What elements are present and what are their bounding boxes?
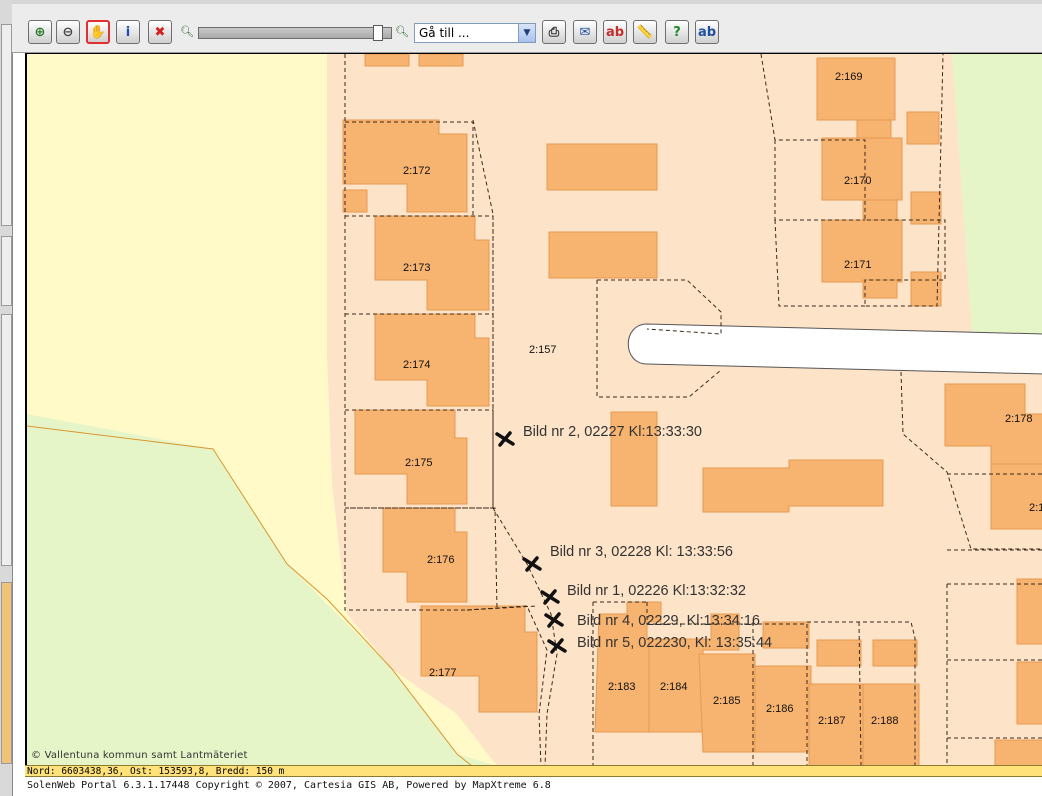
parcel-label: 2:176 xyxy=(427,554,455,566)
parcel-label: 2:188 xyxy=(871,715,899,727)
zoom-slider-thumb[interactable] xyxy=(372,25,383,41)
building xyxy=(1016,578,1042,645)
zoom-slider-track[interactable] xyxy=(198,27,392,39)
building xyxy=(816,639,862,667)
chevron-down-icon[interactable]: ▼ xyxy=(518,24,535,42)
parcel-label: 2:186 xyxy=(766,703,794,715)
pan-button[interactable]: ✋ xyxy=(86,20,110,44)
hand-icon: ✋ xyxy=(89,24,107,40)
parcel-label: 2:169 xyxy=(835,71,863,83)
footer-bar: SolenWeb Portal 6.3.1.17448 Copyright © … xyxy=(25,778,1042,794)
building xyxy=(342,189,368,213)
left-side-panel-strip xyxy=(0,0,13,796)
parcel-label: 2:173 xyxy=(403,262,431,274)
parcel-label: 2:171 xyxy=(844,259,872,271)
parcel-label: 2:172 xyxy=(403,165,431,177)
magnifier-plus-icon: ⊕ xyxy=(34,24,46,40)
building xyxy=(994,739,1042,766)
building xyxy=(872,639,918,667)
coordinate-status-bar: Nord: 6603438,36, Ost: 153593,8, Bredd: … xyxy=(25,765,1042,777)
envelope-icon: ✉ xyxy=(579,24,591,40)
building xyxy=(906,111,940,145)
parcel-label: 2:187 xyxy=(818,715,846,727)
parcel-label: 2:174 xyxy=(403,359,431,371)
photo-label: Bild nr 4, 02229, Kl:13:34:16 xyxy=(577,613,760,629)
left-overview-map-edge[interactable] xyxy=(1,582,12,764)
printer-icon: ⎙ xyxy=(548,24,560,40)
building xyxy=(856,119,892,139)
parcel-label: 2:175 xyxy=(405,457,433,469)
magnifier-minus-icon: ⊖ xyxy=(62,24,74,40)
parcel-label: 2:185 xyxy=(713,695,741,707)
remove-label-button[interactable]: ab xyxy=(603,20,627,44)
map-copyright: © Vallentuna kommun samt Lantmäteriet xyxy=(31,750,248,761)
print-button[interactable]: ⎙ xyxy=(542,20,566,44)
photo-label: Bild nr 1, 02226 Kl:13:32:32 xyxy=(567,583,746,599)
building xyxy=(821,219,903,283)
building xyxy=(702,459,884,513)
clear-button[interactable]: ✖ xyxy=(148,20,172,44)
building xyxy=(821,137,903,201)
email-button[interactable]: ✉ xyxy=(573,20,597,44)
building xyxy=(1016,661,1042,725)
building xyxy=(548,231,658,279)
photo-label: Bild nr 3, 02228 Kl: 13:33:56 xyxy=(550,544,733,560)
map-canvas[interactable]: 2:169 2:170 2:171 2:172 2:173 2:174 2:157 2:175… xyxy=(27,54,1042,766)
close-icon: ✖ xyxy=(154,24,166,40)
goto-select-value: Gå till ... xyxy=(419,26,470,40)
building xyxy=(364,54,410,67)
building xyxy=(862,279,898,299)
footer-text: SolenWeb Portal 6.3.1.17448 Copyright © … xyxy=(27,780,551,791)
photo-label: Bild nr 2, 02227 Kl:13:33:30 xyxy=(523,424,702,440)
parcel-label: 2:157 xyxy=(529,344,557,356)
left-panel-edge-1[interactable] xyxy=(1,24,12,226)
goto-select[interactable]: Gå till ... ▼ xyxy=(414,23,536,43)
coordinate-readout: Nord: 6603438,36, Ost: 153593,8, Bredd: … xyxy=(27,766,285,777)
ruler-icon: 📏 xyxy=(636,24,654,40)
building xyxy=(910,191,942,225)
parcel-label: 2:177 xyxy=(429,667,457,679)
parcel-label: 2:178 xyxy=(1005,413,1033,425)
building xyxy=(546,143,658,191)
parcel-label: 2:184 xyxy=(660,681,688,693)
info-button[interactable]: i xyxy=(116,20,140,44)
abc-label-icon: ab xyxy=(697,24,717,40)
building xyxy=(418,54,464,67)
map-view[interactable]: 2:169 2:170 2:171 2:172 2:173 2:174 2:157 2:175… xyxy=(25,53,1042,766)
measure-button[interactable]: 📏 xyxy=(633,20,657,44)
photo-label: Bild nr 5, 022230, Kl: 13:35:44 xyxy=(577,635,772,651)
map-toolbar: 🔍︎ 🔍︎ Gå till ... ▼ ⊕ ⊖ ✋ i ✖ ⎙ ✉ ab 📏? ab xyxy=(12,0,1042,53)
zoom-out-button[interactable]: ⊖ xyxy=(56,20,80,44)
parcel-label: 2:1 xyxy=(1029,502,1042,514)
left-panel-edge-3[interactable] xyxy=(1,314,12,566)
label-button[interactable]: ab xyxy=(695,20,719,44)
left-panel-edge-2[interactable] xyxy=(1,236,12,306)
toolbar-top-line xyxy=(12,0,1042,4)
info-icon: i xyxy=(125,24,131,40)
zoom-in-small-icon[interactable]: 🔍︎ xyxy=(395,25,409,38)
building xyxy=(910,271,942,307)
zoom-out-small-icon[interactable]: 🔍︎ xyxy=(180,25,194,38)
parcel-label: 2:183 xyxy=(608,681,636,693)
help-button[interactable]: ? xyxy=(665,20,689,44)
building xyxy=(816,57,896,121)
building xyxy=(862,199,898,221)
help-circle-icon: ? xyxy=(673,24,681,40)
zoom-in-button[interactable]: ⊕ xyxy=(28,20,52,44)
abc-remove-icon: ab xyxy=(605,24,625,40)
parcel-label: 2:170 xyxy=(844,175,872,187)
